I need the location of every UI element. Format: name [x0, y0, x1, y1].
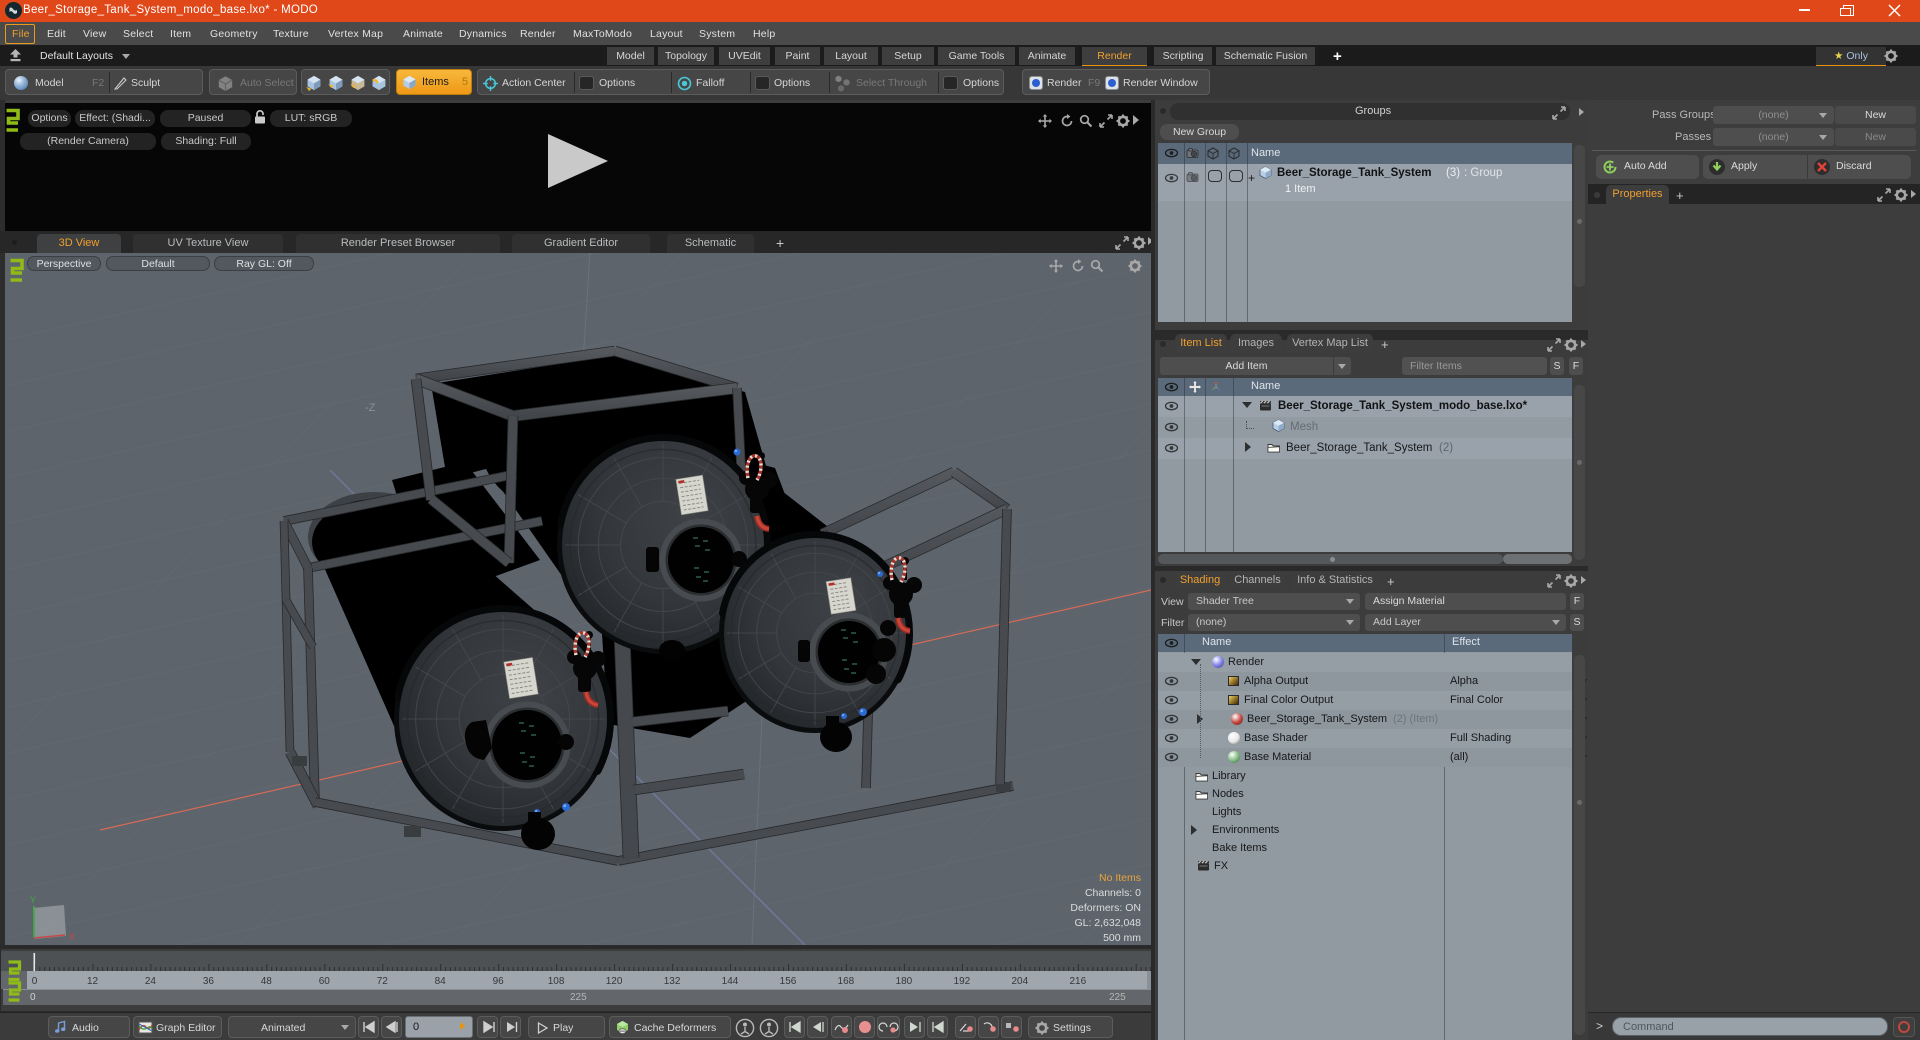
svg-text:144: 144 — [722, 976, 739, 987]
svg-text:216: 216 — [1069, 976, 1086, 987]
svg-text:GL: 2,632,048: GL: 2,632,048 — [1074, 917, 1141, 929]
svg-text:84: 84 — [435, 976, 447, 987]
svg-text:60: 60 — [319, 976, 331, 987]
svg-text:24: 24 — [145, 976, 157, 987]
svg-text:132: 132 — [664, 976, 681, 987]
svg-text:120: 120 — [606, 976, 623, 987]
svg-text:36: 36 — [203, 976, 215, 987]
svg-text:48: 48 — [261, 976, 273, 987]
svg-text:0: 0 — [32, 976, 38, 987]
svg-text:96: 96 — [493, 976, 505, 987]
svg-text:X: X — [69, 932, 75, 942]
svg-text:-Z: -Z — [365, 402, 376, 414]
svg-text:180: 180 — [896, 976, 913, 987]
svg-text:Channels: 0: Channels: 0 — [1085, 887, 1141, 899]
svg-text:168: 168 — [838, 976, 855, 987]
svg-text:72: 72 — [377, 976, 389, 987]
svg-text:Deformers: ON: Deformers: ON — [1070, 902, 1141, 914]
svg-text:156: 156 — [780, 976, 797, 987]
svg-text:108: 108 — [548, 976, 565, 987]
svg-text:192: 192 — [954, 976, 971, 987]
svg-text:12: 12 — [87, 976, 99, 987]
svg-text:Y: Y — [30, 895, 36, 905]
svg-text:204: 204 — [1011, 976, 1028, 987]
svg-text:500 mm: 500 mm — [1103, 932, 1141, 944]
svg-text:No Items: No Items — [1099, 872, 1141, 884]
